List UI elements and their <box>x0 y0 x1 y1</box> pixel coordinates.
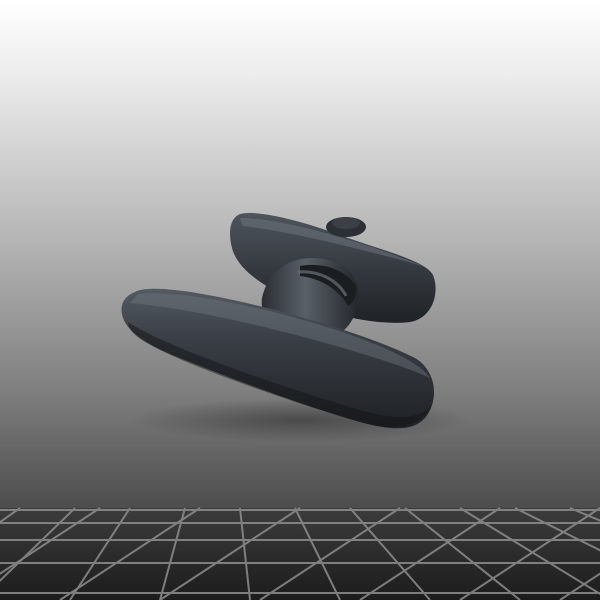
product-photo-stage <box>0 0 600 600</box>
tiled-floor <box>0 507 600 600</box>
product-photo <box>0 0 600 600</box>
